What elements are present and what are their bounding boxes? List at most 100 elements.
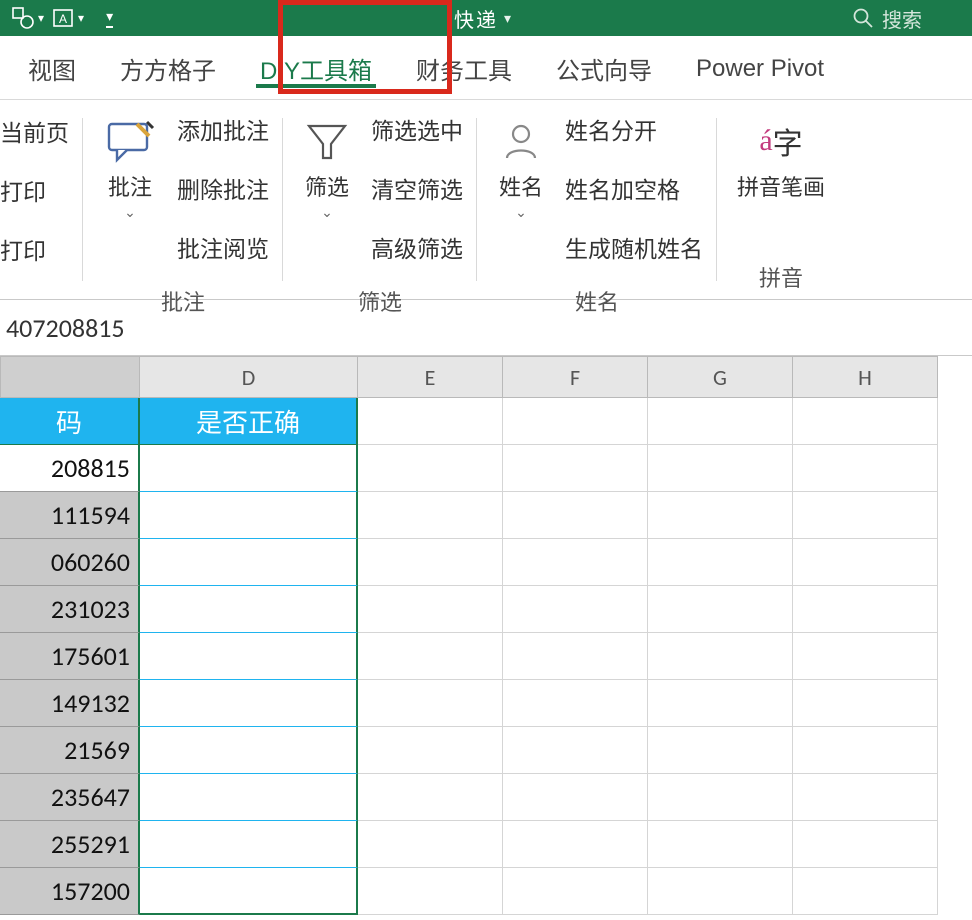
cell[interactable] [793,586,938,633]
cell-c[interactable]: 21569 [0,727,140,774]
cell[interactable] [503,586,648,633]
cell-d[interactable] [140,868,358,915]
cell[interactable] [793,868,938,915]
col-header-h[interactable]: H [793,356,938,398]
cell[interactable] [503,821,648,868]
cell-d[interactable] [140,821,358,868]
tab-formula-guide[interactable]: 公式向导 [534,41,674,94]
cell[interactable] [503,398,648,445]
cell-header-c[interactable]: 码 [0,398,140,445]
title-dropdown-icon[interactable]: ▾ [504,10,513,27]
cell[interactable] [793,727,938,774]
qat-dropdown-1[interactable]: ▾ [38,11,44,25]
cmd-advanced-filter[interactable]: 高级筛选 [371,230,463,277]
cell[interactable] [503,539,648,586]
cell[interactable] [648,868,793,915]
cmd-name-space[interactable]: 姓名加空格 [565,171,680,218]
cell-d[interactable] [140,445,358,492]
cell-d[interactable] [140,492,358,539]
cell-c[interactable]: 157200 [0,868,140,915]
qat-shape-icon[interactable] [10,5,36,31]
cell[interactable] [648,633,793,680]
cmd-print-2[interactable]: 打印 [0,232,46,279]
cell[interactable] [358,586,503,633]
filter-button[interactable]: 筛选 ⌄ [297,106,357,221]
cell[interactable] [648,821,793,868]
cell[interactable] [648,680,793,727]
cell[interactable] [648,586,793,633]
cell[interactable] [648,445,793,492]
cell[interactable] [358,868,503,915]
cell-c[interactable]: 060260 [0,539,140,586]
cmd-current-page[interactable]: 当前页 [0,114,69,161]
cell[interactable] [648,774,793,821]
cell[interactable] [358,492,503,539]
comment-button[interactable]: 批注 ⌄ [97,106,163,221]
tab-diy-toolbox[interactable]: DIY工具箱 [238,41,394,94]
cell-c[interactable]: 111594 [0,492,140,539]
cmd-review-comment[interactable]: 批注阅览 [177,230,269,277]
cell-c[interactable]: 235647 [0,774,140,821]
qat-dropdown-2[interactable]: ▾ [78,11,84,25]
cell-d[interactable] [140,539,358,586]
cell[interactable] [358,398,503,445]
qat-textbox-icon[interactable]: A [50,5,76,31]
col-header-f[interactable]: F [503,356,648,398]
cell[interactable] [358,680,503,727]
cell[interactable] [793,680,938,727]
search-box[interactable]: 搜索 [852,4,922,33]
cell[interactable] [503,680,648,727]
cmd-delete-comment[interactable]: 删除批注 [177,171,269,218]
cell[interactable] [503,445,648,492]
cell-d[interactable] [140,680,358,727]
cell[interactable] [793,398,938,445]
cell[interactable] [503,774,648,821]
col-header-d[interactable]: D [140,356,358,398]
cell-d[interactable] [140,774,358,821]
col-header-e[interactable]: E [358,356,503,398]
cmd-add-comment[interactable]: 添加批注 [177,112,269,159]
tab-view[interactable]: 视图 [6,41,98,94]
cell[interactable] [503,492,648,539]
cell-d[interactable] [140,727,358,774]
cell-c[interactable]: 149132 [0,680,140,727]
col-header-g[interactable]: G [648,356,793,398]
name-button[interactable]: 姓名 ⌄ [491,106,551,221]
cell[interactable] [793,774,938,821]
cmd-clear-filter[interactable]: 清空筛选 [371,171,463,218]
cell[interactable] [503,727,648,774]
cmd-filter-selected[interactable]: 筛选选中 [371,112,463,159]
cell[interactable] [358,774,503,821]
tab-finance[interactable]: 财务工具 [394,41,534,94]
cell[interactable] [358,821,503,868]
cell[interactable] [648,398,793,445]
cell[interactable] [793,821,938,868]
cell[interactable] [358,445,503,492]
cell[interactable] [503,868,648,915]
spreadsheet-grid[interactable]: D E F G H 码 是否正确 20881511159406026023102… [0,356,972,915]
cell[interactable] [648,727,793,774]
cell-c[interactable]: 255291 [0,821,140,868]
cell[interactable] [648,492,793,539]
cmd-random-name[interactable]: 生成随机姓名 [565,230,703,277]
cell[interactable] [503,633,648,680]
cell[interactable] [793,492,938,539]
cell[interactable] [793,539,938,586]
cell[interactable] [648,539,793,586]
cell-c[interactable]: 231023 [0,586,140,633]
cell[interactable] [358,539,503,586]
cell-header-d[interactable]: 是否正确 [140,398,358,445]
col-header-c[interactable] [0,356,140,398]
tab-power-pivot[interactable]: Power Pivot [674,45,846,91]
qat-customize-dropdown[interactable]: ▾ [106,8,113,28]
cell-d[interactable] [140,633,358,680]
cell[interactable] [358,633,503,680]
tab-fangfang[interactable]: 方方格子 [98,41,238,94]
cell-c[interactable]: 175601 [0,633,140,680]
formula-bar[interactable]: 407208815 [0,300,972,356]
cmd-split-name[interactable]: 姓名分开 [565,112,657,159]
cell[interactable] [358,727,503,774]
pinyin-button[interactable]: á字 拼音笔画 ⌄ [731,106,831,197]
cmd-print-1[interactable]: 打印 [0,173,46,220]
cell-c[interactable]: 208815 [0,445,140,492]
